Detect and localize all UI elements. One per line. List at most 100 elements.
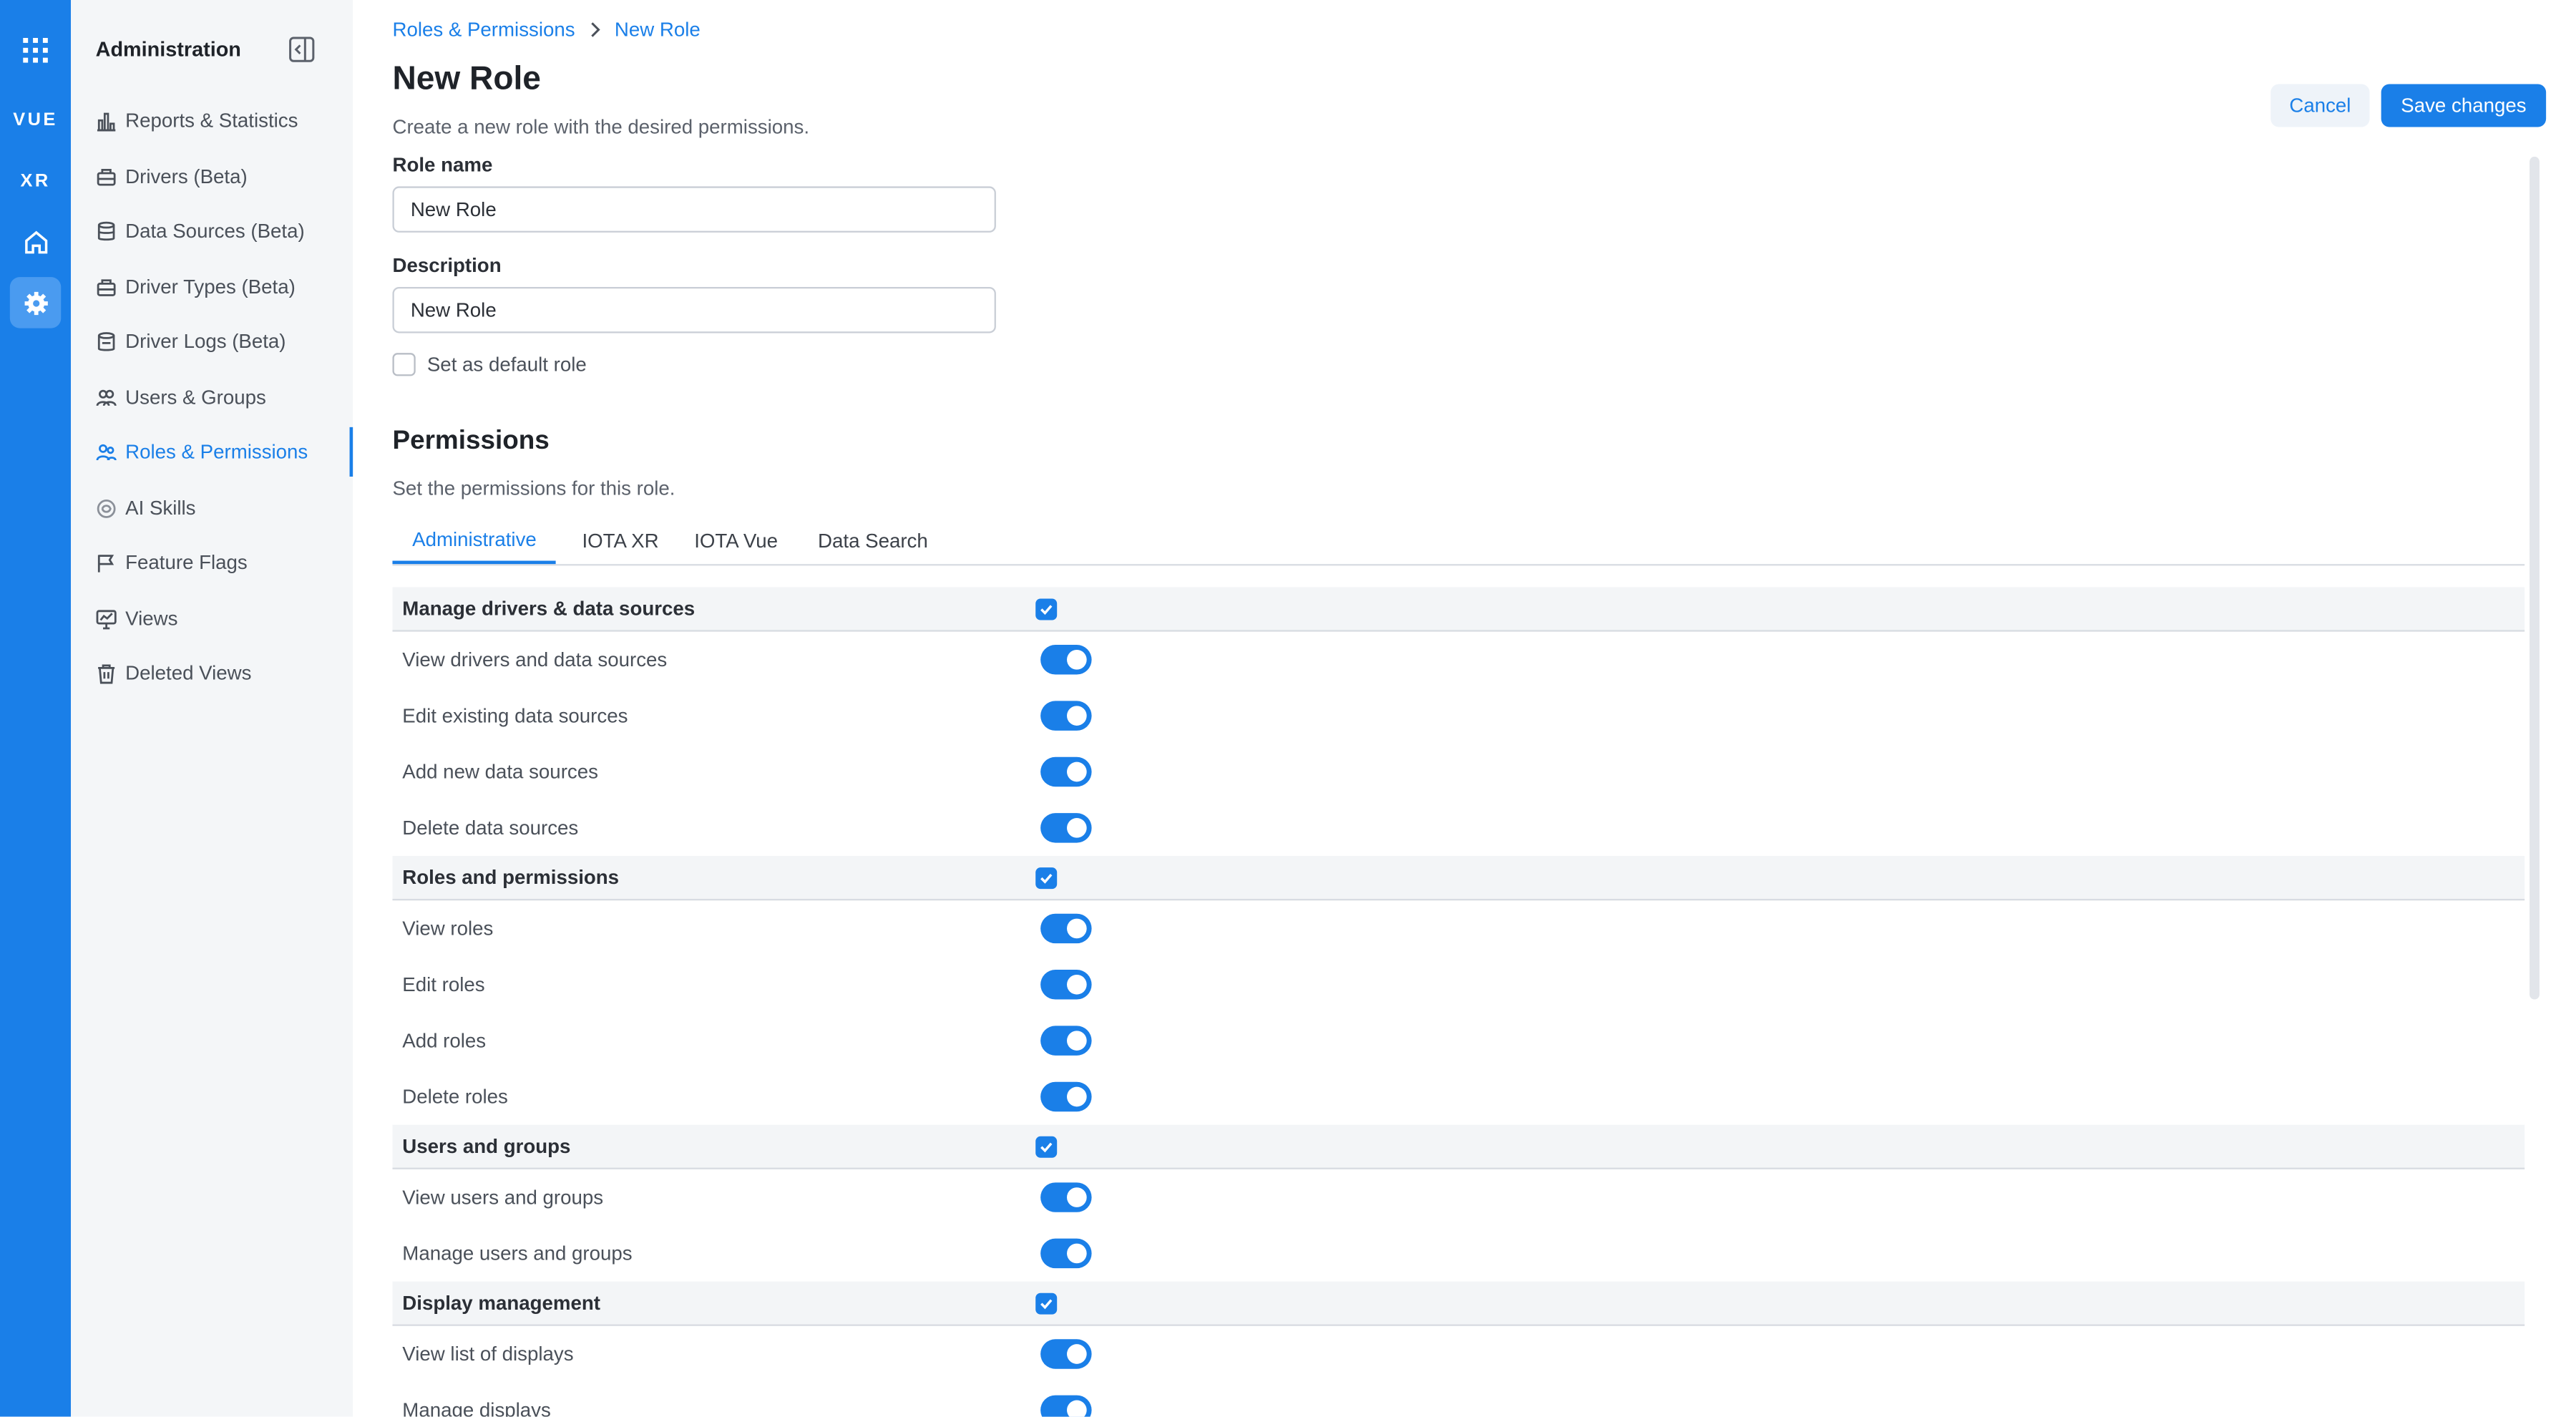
permission-label: Edit existing data sources [402, 704, 628, 728]
log-icon [96, 331, 117, 352]
permission-row: Manage users and groups [392, 1225, 2524, 1281]
permission-toggle[interactable] [1040, 970, 1092, 1000]
permission-tabs: Administrative IOTA XR IOTA Vue Data Sea… [392, 518, 2525, 566]
permission-toggle[interactable] [1040, 1026, 1092, 1056]
group-checkbox-checked-icon[interactable] [1035, 1135, 1058, 1157]
sidebar-item-drivers[interactable]: Drivers (Beta) [96, 160, 353, 193]
permission-group-row: Manage drivers & data sources [392, 587, 2525, 632]
tab-data-search[interactable]: Data Search [818, 518, 928, 563]
bar-chart-icon [96, 109, 117, 131]
permission-row: Edit roles [392, 957, 2524, 1013]
sidebar-item-label: Drivers (Beta) [125, 165, 248, 188]
driver-type-icon [96, 276, 117, 298]
permission-row: Manage displays [392, 1382, 2524, 1417]
driver-icon [96, 166, 117, 188]
permission-toggle[interactable] [1040, 813, 1092, 843]
admin-sidebar: Administration Reports & Statistics Driv… [71, 0, 353, 1417]
permission-row: Delete roles [392, 1068, 2524, 1124]
permission-label: Delete data sources [402, 816, 579, 839]
vue-app-link[interactable]: VUE [10, 94, 61, 145]
group-checkbox-checked-icon[interactable] [1035, 1292, 1058, 1314]
permission-toggle[interactable] [1040, 1081, 1092, 1112]
page-title: New Role [392, 61, 541, 97]
sidebar-item-ai-skills[interactable]: AI Skills [96, 492, 353, 525]
save-changes-button[interactable]: Save changes [2381, 84, 2547, 127]
breadcrumb-current[interactable]: New Role [615, 18, 701, 41]
permission-group-row: Users and groups [392, 1124, 2525, 1169]
app-root: VUE XR Administration Reports & Statisti… [0, 0, 2576, 1417]
sidebar-item-label: Views [125, 607, 178, 630]
sidebar-item-data-sources[interactable]: Data Sources (Beta) [96, 215, 353, 248]
sidebar-item-label: Users & Groups [125, 386, 266, 409]
tab-iota-xr[interactable]: IOTA XR [582, 518, 658, 563]
permission-label: View list of displays [402, 1342, 574, 1366]
role-name-input[interactable]: New Role [392, 186, 996, 233]
permission-toggle[interactable] [1040, 756, 1092, 787]
permission-label: View users and groups [402, 1185, 604, 1209]
permission-group-name: Manage drivers & data sources [402, 597, 696, 620]
permission-group-row: Roles and permissions [392, 856, 2525, 901]
permission-row: View roles [392, 900, 2524, 956]
permission-toggle[interactable] [1040, 1182, 1092, 1212]
permission-group-name: Users and groups [402, 1134, 571, 1158]
vertical-scrollbar[interactable] [2529, 156, 2540, 1000]
sidebar-item-label: Data Sources (Beta) [125, 219, 305, 243]
tab-administrative[interactable]: Administrative [392, 518, 557, 565]
chevron-right-icon [588, 21, 601, 38]
sidebar-item-driver-types[interactable]: Driver Types (Beta) [96, 271, 353, 303]
sidebar-item-driver-logs[interactable]: Driver Logs (Beta) [96, 325, 353, 358]
default-role-checkbox[interactable] [392, 353, 416, 376]
sidebar-item-label: Driver Logs (Beta) [125, 329, 286, 354]
sidebar-title: Administration [95, 38, 241, 62]
xr-app-link[interactable]: XR [10, 155, 61, 206]
sidebar-item-deleted-views[interactable]: Deleted Views [96, 656, 353, 689]
sidebar-item-roles-permissions[interactable]: Roles & Permissions [96, 435, 353, 468]
sidebar-item-label: Reports & Statistics [125, 109, 298, 132]
sidebar-item-label: Feature Flags [125, 550, 248, 574]
permission-label: View drivers and data sources [402, 648, 668, 671]
role-name-label: Role name [392, 153, 493, 177]
permission-toggle[interactable] [1040, 913, 1092, 944]
permission-label: Manage users and groups [402, 1242, 633, 1265]
description-input[interactable]: New Role [392, 286, 996, 333]
sidebar-item-views[interactable]: Views [96, 602, 353, 635]
sidebar-item-users-groups[interactable]: Users & Groups [96, 381, 353, 414]
permission-toggle[interactable] [1040, 645, 1092, 675]
breadcrumb-link-roles[interactable]: Roles & Permissions [392, 18, 575, 41]
collapse-sidebar-icon[interactable] [288, 36, 315, 63]
ai-icon [96, 497, 117, 519]
sidebar-item-reports[interactable]: Reports & Statistics [96, 104, 353, 137]
permission-row: Delete data sources [392, 800, 2524, 856]
default-role-option[interactable]: Set as default role [392, 353, 587, 376]
permissions-heading: Permissions [392, 427, 550, 456]
group-checkbox-checked-icon[interactable] [1035, 867, 1058, 888]
users-icon [96, 386, 117, 408]
home-icon[interactable] [10, 216, 61, 267]
cancel-button[interactable]: Cancel [2270, 84, 2370, 127]
permissions-list: Manage drivers & data sources View drive… [392, 587, 2525, 1417]
permission-label: Delete roles [402, 1085, 508, 1109]
permission-toggle[interactable] [1040, 1238, 1092, 1269]
trash-icon [96, 662, 117, 683]
permission-group-name: Display management [402, 1291, 600, 1315]
permission-row: View drivers and data sources [392, 632, 2524, 688]
permission-row: Edit existing data sources [392, 688, 2524, 744]
app-rail: VUE XR [0, 0, 72, 1417]
permissions-subtitle: Set the permissions for this role. [392, 477, 675, 500]
sidebar-item-label: Deleted Views [125, 661, 252, 685]
permission-label: Edit roles [402, 973, 485, 996]
settings-gear-icon[interactable] [9, 277, 62, 328]
sidebar-item-feature-flags[interactable]: Feature Flags [96, 546, 353, 579]
tab-iota-vue[interactable]: IOTA Vue [694, 518, 778, 563]
permission-toggle[interactable] [1040, 1395, 1092, 1417]
permission-row: View list of displays [392, 1326, 2524, 1382]
xr-label: XR [20, 170, 51, 191]
permission-label: Manage displays [402, 1398, 551, 1417]
permission-toggle[interactable] [1040, 701, 1092, 731]
app-logo-icon[interactable] [10, 25, 61, 76]
permission-row: View users and groups [392, 1169, 2524, 1225]
vue-label: VUE [13, 109, 58, 130]
sidebar-active-indicator [349, 427, 353, 477]
group-checkbox-checked-icon[interactable] [1035, 598, 1058, 620]
permission-toggle[interactable] [1040, 1339, 1092, 1369]
